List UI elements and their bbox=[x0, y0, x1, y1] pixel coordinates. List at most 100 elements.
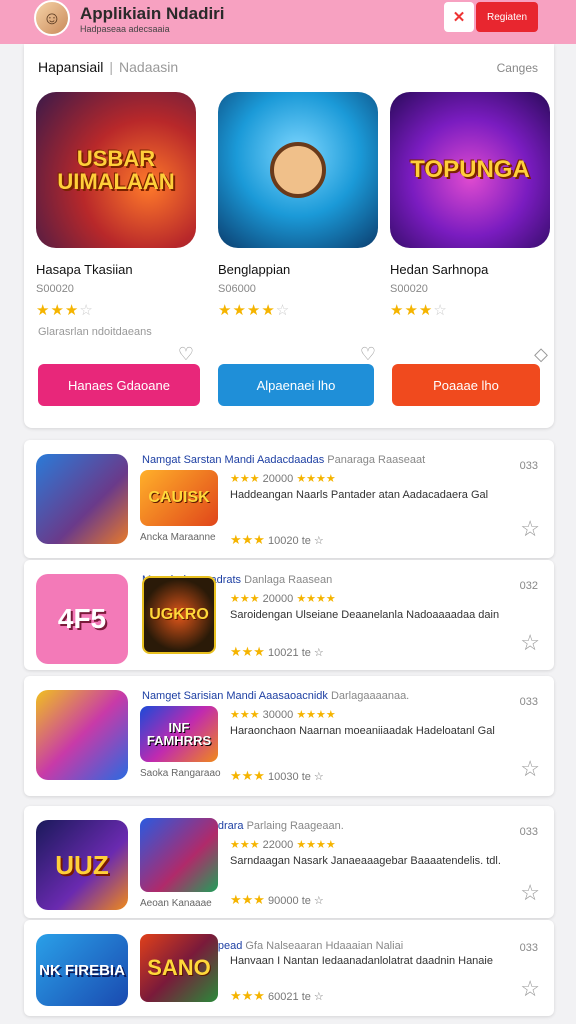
game-thumbnail: NK FIREBIA bbox=[36, 934, 128, 1006]
item-description: Haddeangan Naarls Pantader atan Aadacada… bbox=[230, 489, 489, 501]
featured-card[interactable]: USBAR UIMALAAN Hasapa Tkasiian S00020 ★★… bbox=[36, 92, 196, 364]
rating-suffix: te ☆ bbox=[301, 647, 324, 659]
game-thumbnail bbox=[36, 454, 128, 544]
game-artwork: TOPUNGA bbox=[390, 92, 550, 248]
heart-icon[interactable]: ♡ bbox=[178, 344, 194, 365]
sword-icon[interactable]: ✕ bbox=[444, 2, 474, 32]
game-logo: CAUISK bbox=[140, 470, 218, 526]
featured-card[interactable]: TOPUNGA Hedan Sarhnopa S00020 ★★★☆ ◇ bbox=[390, 92, 550, 364]
list-item[interactable]: NK FIREBIA Apppraaan Fhapead Gfa Nalseaa… bbox=[24, 920, 554, 1016]
stars-on: ★★★ bbox=[390, 302, 434, 319]
item-caption: Ancka Maraanne bbox=[140, 532, 216, 543]
rating-suffix: te ☆ bbox=[301, 895, 324, 907]
game-number: S00020 bbox=[36, 283, 74, 295]
item-title-muted: Gfa Nalseaaran Hdaaaian Naliai bbox=[245, 940, 404, 952]
rating-suffix: te ☆ bbox=[301, 771, 324, 783]
star-icon[interactable]: ☆ bbox=[520, 976, 540, 1002]
item-count: 032 bbox=[519, 580, 538, 592]
chat-icon[interactable]: ◇ bbox=[534, 344, 548, 365]
stars: ★★★★ bbox=[296, 709, 336, 721]
star-icon[interactable]: ☆ bbox=[520, 516, 540, 542]
stars-on: ★★★★ bbox=[218, 302, 276, 319]
stars: ★★★ bbox=[230, 768, 265, 783]
featured-note: Glarasrlan ndoitdaeans bbox=[38, 326, 152, 338]
game-artwork: USBAR UIMALAAN bbox=[36, 92, 196, 248]
game-logo: INF FAMHRRS bbox=[140, 706, 218, 762]
game-thumbnail: 4F5 bbox=[36, 574, 128, 664]
rating-number: 10021 bbox=[268, 647, 299, 659]
item-title-muted: Parlaing Raageaan. bbox=[246, 820, 344, 832]
rating-count: 30000 bbox=[262, 709, 294, 721]
game-logo bbox=[140, 818, 218, 892]
stars: ★★★ bbox=[230, 892, 265, 907]
rating-suffix: te ☆ bbox=[301, 991, 324, 1003]
cta-button-pink[interactable]: Hanaes Gdaoane bbox=[38, 364, 200, 406]
item-count: 033 bbox=[519, 942, 538, 954]
app-subtitle: Hadpaseaa adecsaaia bbox=[80, 24, 170, 34]
list-item[interactable]: UUZ Pamaa Bengandrara Parlaing Raageaan.… bbox=[24, 806, 554, 918]
stars: ★★★★ bbox=[296, 839, 336, 851]
list-item[interactable]: Namget Sarisian Mandi Aaasaoacnidk Darla… bbox=[24, 676, 554, 796]
item-title[interactable]: Namget Sarisian Mandi Aaasaoacnidk Darla… bbox=[142, 690, 522, 702]
game-number: S00020 bbox=[390, 283, 428, 295]
stars: ★★★ bbox=[230, 709, 260, 721]
heart-icon[interactable]: ♡ bbox=[360, 344, 376, 365]
item-count: 033 bbox=[519, 826, 538, 838]
game-name: Hasapa Tkasiian bbox=[36, 262, 133, 277]
user-icon: ☺ bbox=[42, 7, 62, 28]
avatar[interactable]: ☺ bbox=[34, 0, 70, 36]
featured-card[interactable]: Benglappian S06000 ★★★★☆ ♡ bbox=[218, 92, 378, 364]
rating-suffix: te ☆ bbox=[301, 535, 324, 547]
stars: ★★★ bbox=[230, 593, 260, 605]
featured-panel: Hapansiail | Nadaasin Canges USBAR UIMALAA… bbox=[24, 44, 554, 428]
stars-off: ☆ bbox=[433, 302, 448, 319]
item-description: Saroidengan Ulseiane Deaanelanla Nadoaaa… bbox=[230, 609, 500, 621]
stars: ★★★ bbox=[230, 839, 260, 851]
game-logo: UGKRO bbox=[142, 576, 216, 654]
star-rating: ★★★☆ bbox=[390, 301, 550, 319]
top-bar: ☺ Applikiain Ndadiri Hadpaseaa adecsaaia… bbox=[0, 0, 576, 44]
item-title-muted: Panaraga Raaseaat bbox=[327, 454, 426, 466]
list-item[interactable]: Namgat Sarstan Mandi Aadacdaadas Panarag… bbox=[24, 440, 554, 558]
game-number: S06000 bbox=[218, 283, 256, 295]
rating-number: 10020 bbox=[268, 535, 299, 547]
item-description: Haraonchaon Naarnan moeaniiaadak Hadeloa… bbox=[230, 725, 495, 737]
star-rating: ★★★★☆ bbox=[218, 301, 378, 319]
star-icon[interactable]: ☆ bbox=[520, 880, 540, 906]
rating-number: 90000 bbox=[268, 895, 299, 907]
item-description: Sarndaagan Nasark Janaeaaagebar Baaaaten… bbox=[230, 855, 501, 867]
cta-button-blue[interactable]: Alpaenaei lho bbox=[218, 364, 374, 406]
heading-separator: | bbox=[109, 59, 114, 75]
rating-line: ★★★ 90000 te ☆ bbox=[230, 892, 324, 908]
artwork-title: TOPUNGA bbox=[410, 156, 530, 184]
star-icon[interactable]: ☆ bbox=[520, 630, 540, 656]
item-title-text: Namget Sarisian Mandi Aaasaoacnidk bbox=[142, 690, 328, 702]
list-item[interactable]: 4F5 Marrair dengaadrats Danlaga Raasean … bbox=[24, 560, 554, 670]
rating-line: ★★★ 60021 te ☆ bbox=[230, 988, 324, 1004]
register-button[interactable]: Regiaten bbox=[476, 2, 538, 32]
item-title-text: Namgat Sarstan Mandi Aadacdaadas bbox=[142, 454, 325, 466]
stars-on: ★★★ bbox=[36, 302, 80, 319]
stars-off: ☆ bbox=[79, 302, 94, 319]
item-count: 033 bbox=[519, 460, 538, 472]
app-title: Applikiain Ndadiri bbox=[80, 4, 225, 23]
rating-count: 22000 bbox=[262, 839, 294, 851]
rating-line: ★★★ 20000 ★★★★ bbox=[230, 592, 336, 605]
stars: ★★★★ bbox=[296, 473, 336, 485]
game-logo: SANO bbox=[140, 934, 218, 1002]
game-name: Benglappian bbox=[218, 262, 291, 277]
game-name: Hedan Sarhnopa bbox=[390, 262, 489, 277]
artwork-title: USBAR UIMALAAN bbox=[57, 145, 175, 194]
item-title[interactable]: Namgat Sarstan Mandi Aadacdaadas Panarag… bbox=[142, 454, 522, 466]
rating-count: 20000 bbox=[262, 473, 294, 485]
game-thumbnail bbox=[36, 690, 128, 780]
rating-number: 60021 bbox=[268, 991, 299, 1003]
star-icon[interactable]: ☆ bbox=[520, 756, 540, 782]
featured-more-link[interactable]: Canges bbox=[497, 61, 538, 75]
item-title-muted: Darlagaaaanaa. bbox=[330, 690, 410, 702]
cta-button-red[interactable]: Poaaae lho bbox=[392, 364, 540, 406]
stars: ★★★ bbox=[230, 532, 265, 547]
stars: ★★★ bbox=[230, 473, 260, 485]
item-title-muted: Danlaga Raasean bbox=[244, 574, 333, 586]
rating-number: 10030 bbox=[268, 771, 299, 783]
